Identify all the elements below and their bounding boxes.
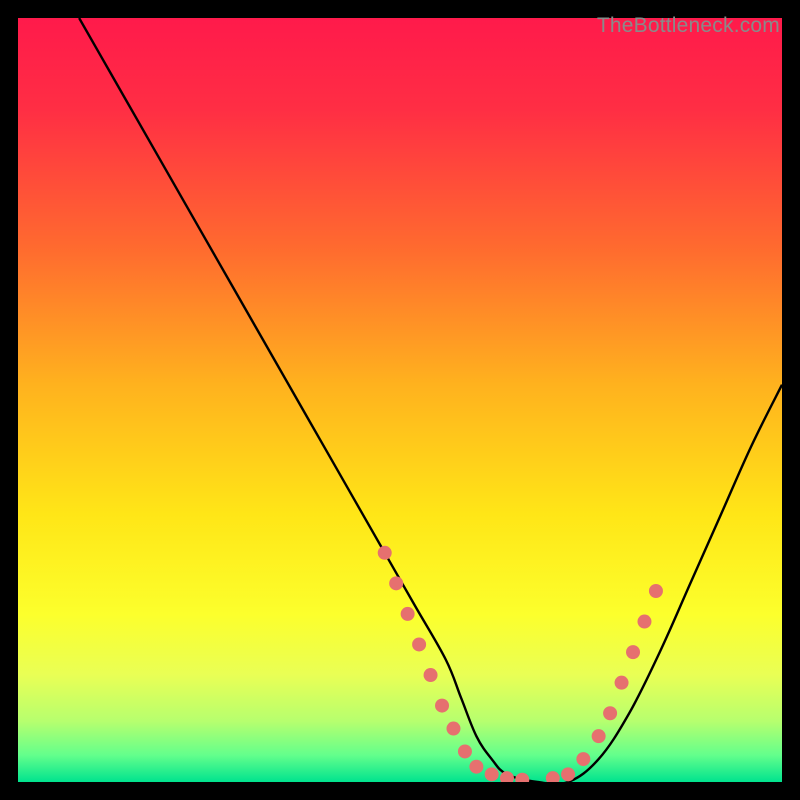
highlight-dot <box>576 752 590 766</box>
gradient-backdrop <box>18 18 782 782</box>
highlight-dot <box>603 706 617 720</box>
highlight-dot <box>626 645 640 659</box>
highlight-dot <box>401 607 415 621</box>
highlight-dot <box>637 615 651 629</box>
highlight-dot <box>592 729 606 743</box>
chart-frame: TheBottleneck.com <box>18 18 782 782</box>
highlight-dot <box>389 576 403 590</box>
bottleneck-chart <box>18 18 782 782</box>
highlight-dot <box>485 767 499 781</box>
highlight-dot <box>469 760 483 774</box>
highlight-dot <box>458 744 472 758</box>
watermark-text: TheBottleneck.com <box>597 14 780 38</box>
highlight-dot <box>649 584 663 598</box>
highlight-dot <box>378 546 392 560</box>
highlight-dot <box>615 676 629 690</box>
highlight-dot <box>446 722 460 736</box>
highlight-dot <box>424 668 438 682</box>
highlight-dot <box>412 637 426 651</box>
highlight-dot <box>561 767 575 781</box>
highlight-dot <box>435 699 449 713</box>
